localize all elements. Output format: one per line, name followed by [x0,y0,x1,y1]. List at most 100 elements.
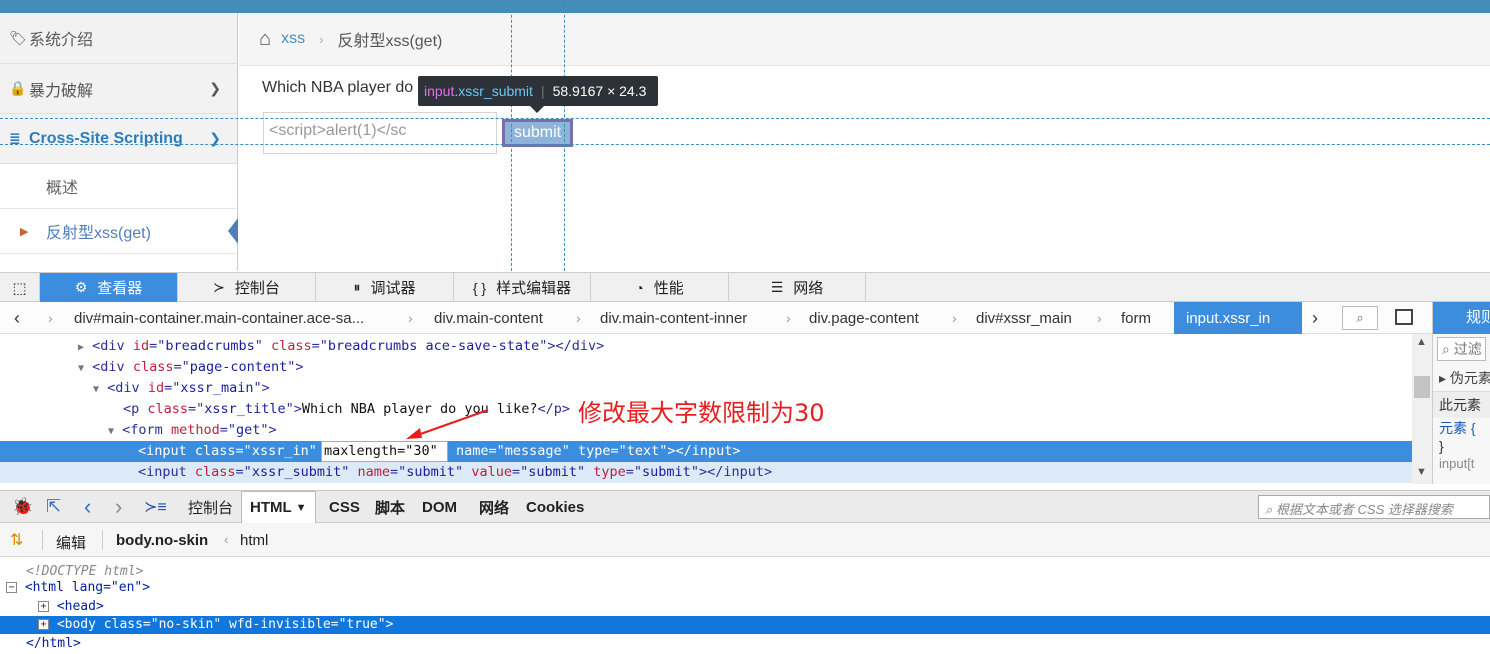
toggle-sidebar-icon[interactable] [1395,309,1413,325]
scrollbar-thumb[interactable] [1414,376,1430,398]
markup-line-breadcrumbs[interactable]: ▶ <div id="breadcrumbs" class="breadcrum… [0,336,1412,357]
caret-right-icon: ▶ [20,225,29,238]
main-content: ⌂ xss › 反射型xss(get) Which NBA player do … [239,13,1490,271]
collapse-triangle-icon[interactable]: ▼ [93,384,99,395]
tree-html-close: </html> [26,636,81,651]
tab-debugger[interactable]: ⏸ 调试器 [316,273,454,302]
collapse-icon[interactable]: − [6,582,17,593]
fb-tab-console[interactable]: 控制台 [188,491,233,523]
tree-head[interactable]: + <head> [0,598,1490,616]
lock-icon: 🔒 [9,80,27,96]
sidebar: 🏷 系统介绍 🔒 暴力破解 ❯ ≣ Cross-Site Scripting ❯… [0,13,238,271]
inspect-pointer-icon[interactable]: ⇱ [46,496,61,517]
pick-element-button[interactable]: ⬚ [0,273,40,302]
markup-scrollbar[interactable]: ▲ ▼ [1412,334,1432,484]
breadcrumb-separator: › [319,31,324,47]
element-tooltip: input .xssr_submit | 58.9167 × 24.3 [418,76,658,113]
sidebar-item-partial [0,254,237,271]
markup-line-page-content[interactable]: ▼ <div class="page-content"> [0,357,1412,378]
crumb-main-content[interactable]: div.main-content [434,302,543,334]
search-icon[interactable]: ⌕ [1342,306,1378,330]
braces-icon: { } [472,279,487,296]
fb-tab-cookies[interactable]: Cookies [526,491,584,523]
collapse-triangle-icon[interactable]: ▼ [108,426,114,437]
crumb-form[interactable]: form [1121,302,1151,334]
fb-search-input[interactable]: ⌕ 根据文本或者 CSS 选择器搜索 [1258,495,1490,519]
sidebar-subitem-reflected-xss-get[interactable]: ▶ 反射型xss(get) [0,209,238,254]
pseudo-elements-toggle[interactable]: ▸ 伪元素 [1433,364,1490,392]
tab-style-editor[interactable]: { } 样式编辑器 [454,273,591,302]
crumb-xssr-in[interactable]: input.xssr_in [1174,302,1302,334]
highlight-guide-bottom [0,144,1490,145]
crumb-page-content[interactable]: div.page-content [809,302,919,334]
collapse-triangle-icon[interactable]: ▼ [78,363,84,374]
tab-console[interactable]: ≻ 控制台 [178,273,316,302]
crumb-main-container[interactable]: div#main-container.main-container.ace-sa… [74,302,364,334]
firebug-icon[interactable]: 🐞 [12,497,33,517]
expand-icon[interactable]: + [38,619,49,630]
breadcrumb-link-xss[interactable]: xss [281,30,305,48]
inspector-icon: ⚙ [74,279,88,295]
crumb-main-content-inner[interactable]: div.main-content-inner [600,302,747,334]
annotation-arrow [406,409,489,439]
fb-tab-css[interactable]: CSS [329,491,360,523]
annotation-text: 修改最大字数限制为30 [578,399,825,427]
fb-tab-dom[interactable]: DOM [422,491,457,523]
tab-inspector[interactable]: ⚙ 查看器 [40,273,178,302]
highlight-guide-top [0,118,1490,119]
firebug-subtoolbar: ⇅ 编辑 body.no-skin ‹ html [0,523,1490,557]
network-icon: ☰ [770,279,784,295]
firebug-toolbar: 🐞 ⇱ ‹ › ≻≡ 控制台 HTML ▼ CSS 脚本 DOM 网络 Cooki… [0,490,1490,523]
break-on-mutate-icon[interactable]: ⇅ [10,530,23,550]
command-line-icon[interactable]: ≻≡ [144,497,167,517]
sidebar-item-system-intro[interactable]: 🏷 系统介绍 [0,13,237,64]
back-icon[interactable]: ‹ [84,494,91,520]
crumbs-scroll-left-icon[interactable]: ‹ [14,302,20,334]
console-icon: ≻ [213,279,225,295]
fb-tab-script[interactable]: 脚本 [375,491,405,523]
sidebar-item-brute-force[interactable]: 🔒 暴力破解 ❯ [0,64,237,114]
rules-filter-input[interactable]: ⌕ 过滤 [1437,337,1486,361]
gauge-icon: ◔ [635,279,644,296]
submit-button[interactable]: submit [502,119,573,147]
tab-performance[interactable]: ◔ 性能 [591,273,729,302]
scroll-up-icon[interactable]: ▲ [1416,336,1427,348]
rules-pane: 规则 ⌕ 过滤 ▸ 伪元素 此元素 元素 { } input[t [1432,302,1490,484]
firebug-html-tree: <!DOCTYPE html> − <html lang="en"> + <he… [0,557,1490,654]
tab-network[interactable]: ☰ 网络 [729,273,866,302]
highlight-guide-right [564,0,565,271]
home-icon[interactable]: ⌂ [259,28,271,51]
fb-crumb-body[interactable]: body.no-skin [116,532,208,549]
tree-html[interactable]: − <html lang="en"> [0,579,1490,597]
devtools-breadcrumbs: ‹ › div#main-container.main-container.ac… [0,302,1432,334]
tags-icon: 🏷 [9,29,27,46]
crumb-xssr-main[interactable]: div#xssr_main [976,302,1072,334]
expand-icon[interactable]: + [38,601,49,612]
devtools-toolbar: ⬚ ⚙ 查看器 ≻ 控制台 ⏸ 调试器 { } 样式编辑器 ◔ 性能 ☰ 网络 [0,272,1490,302]
markup-line-xssr-in[interactable]: <input class="xssr_in" name="message" ty… [0,441,1412,462]
breadcrumb-current: 反射型xss(get) [337,33,443,50]
edit-button[interactable]: 编辑 [56,532,86,553]
crumbs-scroll-right-icon[interactable]: › [1312,302,1318,334]
fb-tab-network[interactable]: 网络 [479,491,509,523]
breadcrumb: ⌂ xss › 反射型xss(get) [239,13,1490,66]
markup-line-xssr-submit[interactable]: <input class="xssr_submit" name="submit"… [0,462,1412,483]
pause-icon: ⏸ [353,279,361,295]
dropdown-icon: ▼ [295,501,307,514]
tree-body[interactable]: + <body class="no-skin" wfd-invisible="t… [0,616,1490,634]
element-rule: 元素 { [1439,420,1476,436]
fb-tab-html[interactable]: HTML ▼ [241,491,316,523]
top-navbar [0,0,1490,13]
expand-triangle-icon[interactable]: ▶ [78,342,84,353]
chevron-down-icon: ❯ [209,80,221,96]
search-icon: ⌕ [1265,502,1276,517]
scroll-down-icon[interactable]: ▼ [1416,466,1427,478]
page-title: Which NBA player do [262,79,414,96]
tab-rules[interactable]: 规则 [1433,302,1490,334]
fb-crumb-html[interactable]: html [240,532,268,549]
sidebar-subitem-overview[interactable]: 概述 [0,164,237,209]
forward-icon[interactable]: › [115,494,122,520]
sidebar-item-xss[interactable]: ≣ Cross-Site Scripting ❯ [0,114,237,164]
highlight-guide-left [511,0,512,271]
this-element-header: 此元素 [1433,392,1490,418]
